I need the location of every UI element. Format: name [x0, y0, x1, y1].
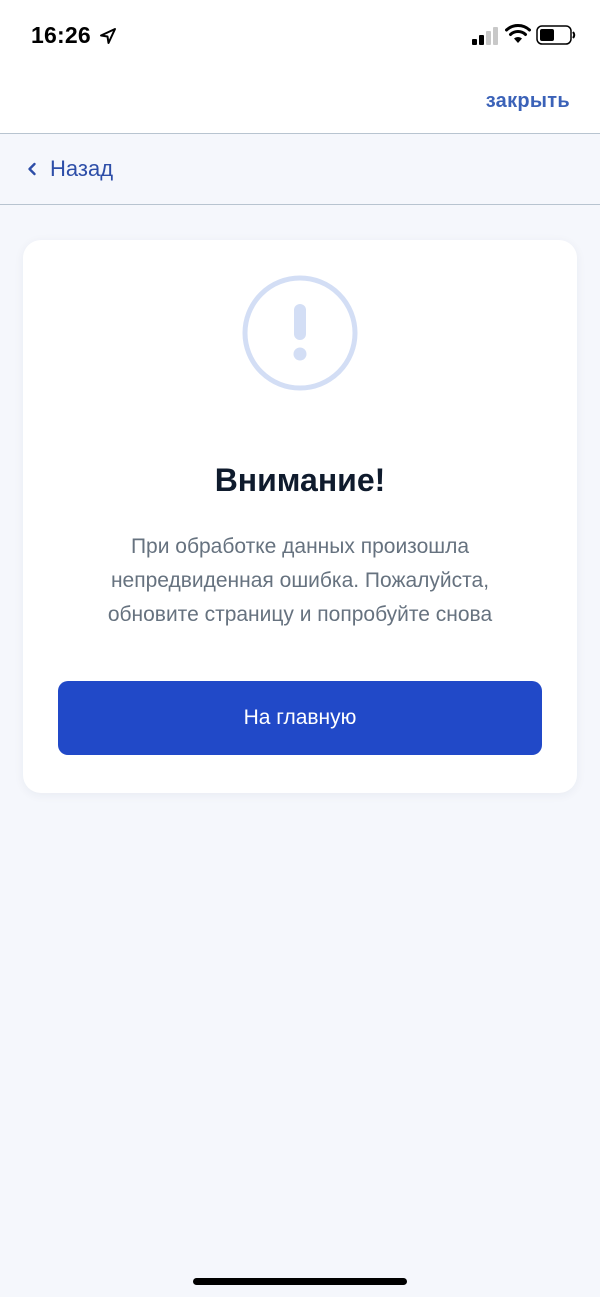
- nav-bar: Назад: [0, 134, 600, 205]
- wifi-icon: [505, 24, 531, 43]
- error-message: При обработке данных произошла непредвид…: [107, 535, 493, 626]
- home-button[interactable]: На главную: [58, 681, 542, 755]
- status-bar: 16:26: [0, 0, 600, 72]
- error-card: Внимание! При обработке данных произошла…: [23, 240, 577, 793]
- close-link[interactable]: закрыть: [486, 90, 570, 113]
- card-title: Внимание!: [214, 462, 386, 498]
- cellular-signal-icon: [472, 27, 498, 45]
- chevron-left-icon: [28, 162, 36, 176]
- exclamation-circle-icon: [242, 275, 358, 391]
- top-bar: закрыть: [0, 72, 600, 134]
- back-button[interactable]: Назад: [26, 156, 113, 182]
- location-arrow-icon: [100, 28, 116, 44]
- status-time: 16:26: [31, 22, 91, 48]
- home-indicator: [193, 1278, 407, 1285]
- battery-icon: [536, 25, 576, 45]
- back-label: Назад: [50, 156, 114, 181]
